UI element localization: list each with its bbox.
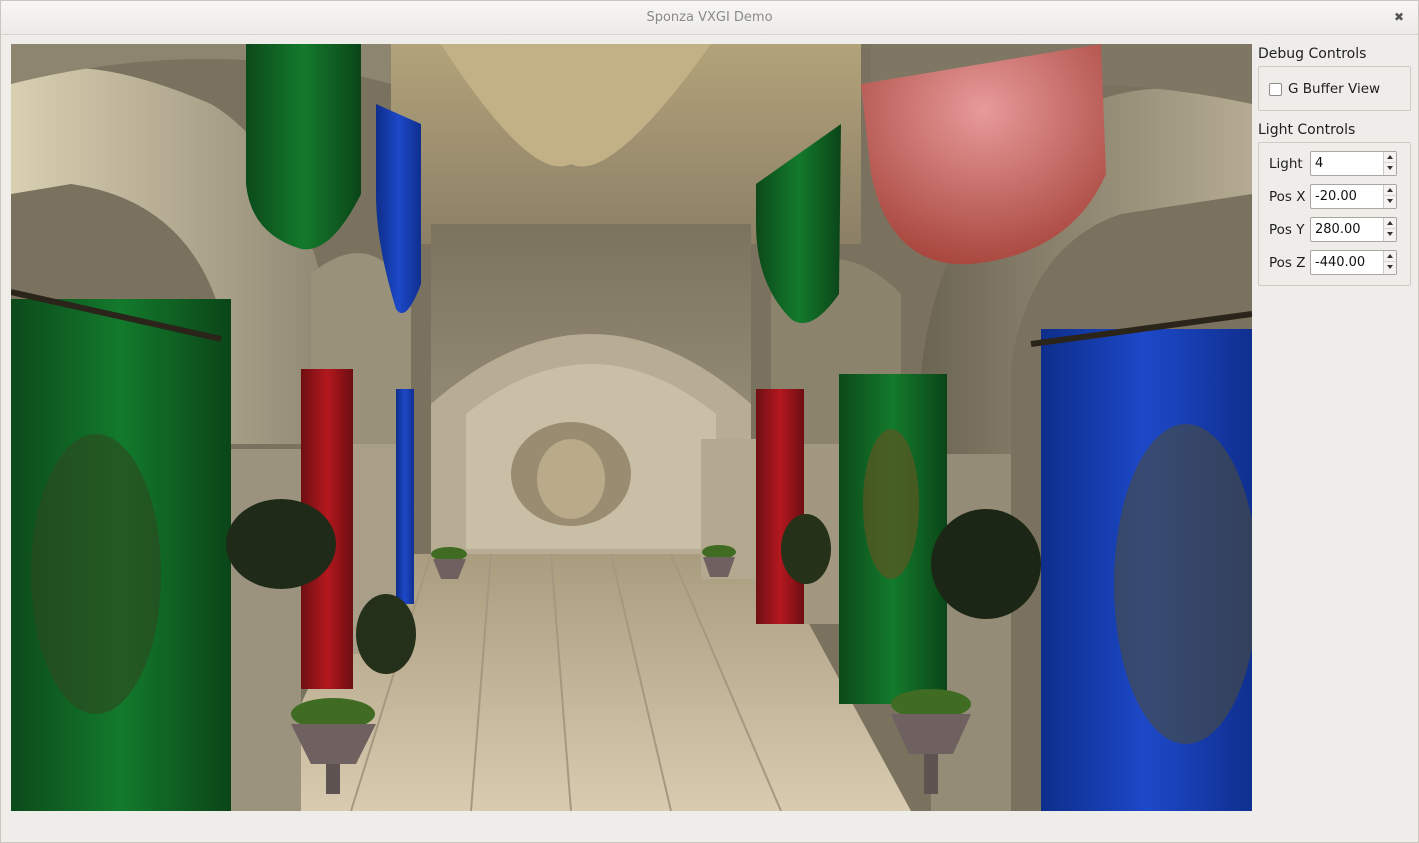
spin-buttons [1383, 185, 1396, 208]
spin-buttons [1383, 218, 1396, 241]
pos-x-value[interactable]: -20.00 [1315, 189, 1357, 204]
gbuffer-view-checkbox[interactable] [1269, 82, 1282, 96]
render-viewport[interactable] [11, 44, 1252, 811]
light-index-row: Light 4 [1269, 147, 1410, 180]
gbuffer-view-label[interactable]: G Buffer View [1288, 81, 1380, 97]
decrement-arrow-icon[interactable] [1384, 229, 1396, 240]
light-index-spinbox[interactable]: 4 [1310, 151, 1397, 176]
pos-z-value[interactable]: -440.00 [1315, 255, 1365, 270]
decrement-arrow-icon[interactable] [1384, 163, 1396, 174]
debug-controls-title: Debug Controls [1258, 46, 1367, 62]
pos-z-label: Pos Z [1269, 254, 1306, 271]
sponza-scene-image [11, 44, 1252, 811]
light-index-label: Light [1269, 155, 1303, 172]
increment-arrow-icon[interactable] [1384, 251, 1396, 262]
pos-z-row: Pos Z -440.00 [1269, 246, 1410, 279]
pos-y-row: Pos Y 280.00 [1269, 213, 1410, 246]
light-controls-group: Light 4 Pos X -20.00 Pos Y 280.00 Pos Z … [1258, 142, 1411, 286]
pos-x-label: Pos X [1269, 188, 1306, 205]
pos-x-spinbox[interactable]: -20.00 [1310, 184, 1397, 209]
light-controls-title: Light Controls [1258, 122, 1356, 138]
decrement-arrow-icon[interactable] [1384, 262, 1396, 273]
spin-buttons [1383, 251, 1396, 274]
app-window: Sponza VXGI Demo ✖ Debug Controls G Buff… [0, 0, 1419, 843]
spin-buttons [1383, 152, 1396, 175]
pos-x-row: Pos X -20.00 [1269, 180, 1410, 213]
increment-arrow-icon[interactable] [1384, 152, 1396, 163]
pos-y-value[interactable]: 280.00 [1315, 222, 1361, 237]
close-icon[interactable]: ✖ [1392, 10, 1406, 24]
side-panel: Debug Controls G Buffer View Light Contr… [1258, 44, 1411, 286]
title-bar[interactable]: Sponza VXGI Demo ✖ [1, 1, 1418, 35]
increment-arrow-icon[interactable] [1384, 185, 1396, 196]
increment-arrow-icon[interactable] [1384, 218, 1396, 229]
light-index-value[interactable]: 4 [1315, 156, 1323, 171]
decrement-arrow-icon[interactable] [1384, 196, 1396, 207]
pos-z-spinbox[interactable]: -440.00 [1310, 250, 1397, 275]
pos-y-spinbox[interactable]: 280.00 [1310, 217, 1397, 242]
gbuffer-view-option[interactable]: G Buffer View [1269, 80, 1410, 98]
window-title: Sponza VXGI Demo [646, 10, 773, 25]
pos-y-label: Pos Y [1269, 221, 1305, 238]
debug-controls-group: G Buffer View [1258, 66, 1411, 111]
